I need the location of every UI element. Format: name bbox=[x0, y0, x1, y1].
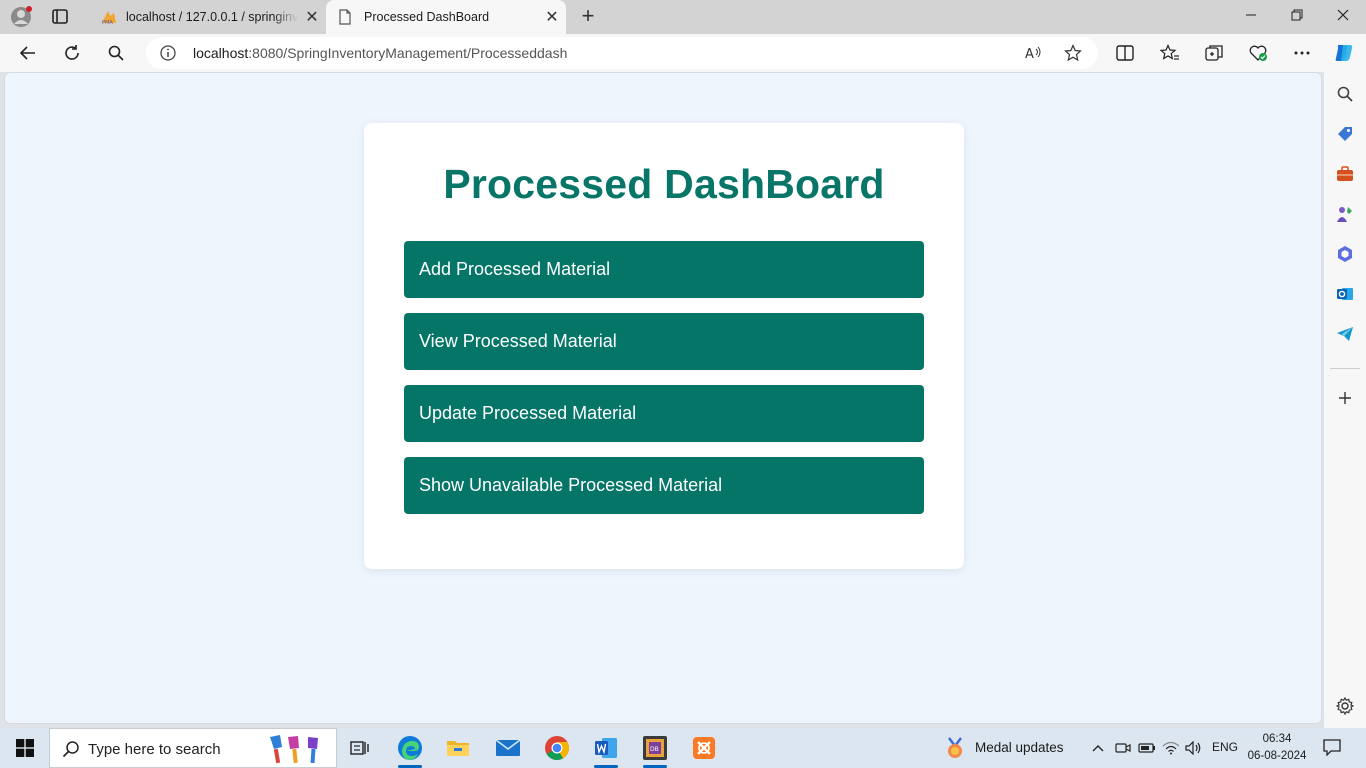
tools-briefcase-icon[interactable] bbox=[1335, 164, 1355, 184]
copilot-icon[interactable] bbox=[1330, 40, 1358, 66]
browser-essentials-icon[interactable] bbox=[1244, 40, 1272, 66]
page-viewport: Processed DashBoard Add Processed Materi… bbox=[4, 72, 1322, 724]
task-view-icon[interactable] bbox=[340, 732, 380, 764]
new-tab-button[interactable]: + bbox=[575, 4, 601, 30]
svg-text:DB: DB bbox=[650, 746, 659, 753]
shopping-tag-icon[interactable] bbox=[1335, 124, 1355, 144]
split-screen-icon[interactable] bbox=[1111, 40, 1139, 66]
refresh-icon[interactable] bbox=[58, 40, 86, 66]
sidebar-settings-gear-icon[interactable] bbox=[1335, 696, 1355, 716]
sidebar-search-icon[interactable] bbox=[1335, 84, 1355, 104]
search-placeholder: Type here to search bbox=[88, 741, 221, 758]
back-arrow-icon[interactable] bbox=[14, 40, 42, 66]
url-path: :8080/SpringInventoryManagement/Processe… bbox=[248, 45, 568, 61]
medal-updates-icon[interactable] bbox=[944, 736, 966, 760]
file-explorer-icon[interactable] bbox=[438, 732, 478, 764]
profile-avatar-icon[interactable] bbox=[10, 6, 32, 28]
tab-strip: PMA localhost / 127.0.0.1 / springinvent… bbox=[0, 0, 1366, 34]
edge-taskbar-icon[interactable] bbox=[390, 732, 430, 768]
minimize-button[interactable] bbox=[1228, 0, 1274, 34]
read-aloud-icon[interactable]: A bbox=[1022, 43, 1044, 63]
sidebar-divider bbox=[1330, 368, 1360, 369]
show-unavailable-processed-material-button[interactable]: Show Unavailable Processed Material bbox=[404, 457, 924, 514]
collections-icon[interactable] bbox=[1200, 40, 1228, 66]
favorites-icon[interactable] bbox=[1156, 40, 1184, 66]
tab-phpmyadmin[interactable]: PMA localhost / 127.0.0.1 / springinvent… bbox=[88, 0, 326, 34]
svg-text:PMA: PMA bbox=[102, 20, 113, 25]
update-processed-material-button[interactable]: Update Processed Material bbox=[404, 385, 924, 442]
taskbar-search-box[interactable]: Type here to search bbox=[49, 728, 337, 768]
battery-icon[interactable] bbox=[1138, 740, 1156, 756]
input-language-indicator[interactable]: ENG bbox=[1212, 740, 1238, 754]
paint-brushes-icon bbox=[264, 733, 330, 765]
more-options-icon[interactable] bbox=[1288, 40, 1316, 66]
address-bar[interactable]: localhost:8080/SpringInventoryManagement… bbox=[146, 37, 1098, 69]
notifications-icon[interactable] bbox=[1323, 739, 1341, 756]
taskbar-clock[interactable]: 06:34 06-08-2024 bbox=[1244, 731, 1310, 765]
word-icon[interactable] bbox=[586, 732, 626, 768]
clock-date: 06-08-2024 bbox=[1247, 750, 1307, 762]
xampp-icon[interactable] bbox=[684, 732, 724, 764]
browser-toolbar: localhost:8080/SpringInventoryManagement… bbox=[0, 34, 1366, 72]
outlook-icon[interactable] bbox=[1335, 284, 1355, 304]
phpmyadmin-favicon-icon: PMA bbox=[100, 9, 116, 26]
tab-title: Processed DashBoard bbox=[364, 10, 490, 24]
games-icon[interactable] bbox=[1335, 204, 1355, 224]
tab-close-icon[interactable]: ✕ bbox=[538, 7, 566, 27]
edge-sidebar bbox=[1324, 72, 1366, 728]
tab-title: localhost / 127.0.0.1 / springinventory bbox=[126, 10, 298, 24]
dashboard-card: Processed DashBoard Add Processed Materi… bbox=[364, 123, 964, 569]
url-host: localhost bbox=[193, 45, 249, 61]
favorite-star-icon[interactable] bbox=[1062, 43, 1084, 63]
restore-button[interactable] bbox=[1274, 0, 1320, 34]
search-icon bbox=[62, 740, 80, 758]
office-icon[interactable] bbox=[1335, 244, 1355, 264]
chrome-icon[interactable] bbox=[537, 732, 577, 764]
telegram-send-icon[interactable] bbox=[1335, 324, 1355, 344]
mysql-workbench-icon[interactable]: DB bbox=[635, 732, 675, 768]
clock-time: 06:34 bbox=[1262, 733, 1292, 745]
tab-processed-dashboard[interactable]: Processed DashBoard ✕ bbox=[326, 0, 566, 34]
mail-icon[interactable] bbox=[488, 732, 528, 764]
search-icon[interactable] bbox=[102, 40, 130, 66]
tab-actions-icon[interactable] bbox=[50, 8, 70, 26]
add-sidebar-app-icon[interactable] bbox=[1335, 388, 1355, 408]
show-hidden-icons-chevron-up-icon[interactable] bbox=[1089, 740, 1107, 756]
view-processed-material-button[interactable]: View Processed Material bbox=[404, 313, 924, 370]
add-processed-material-button[interactable]: Add Processed Material bbox=[404, 241, 924, 298]
medal-updates-label[interactable]: Medal updates bbox=[975, 740, 1064, 755]
windows-taskbar: Type here to search DB Medal updates ENG… bbox=[0, 728, 1366, 768]
meet-now-camera-icon[interactable] bbox=[1114, 740, 1132, 756]
site-info-icon[interactable] bbox=[160, 45, 176, 61]
page-title: Processed DashBoard bbox=[443, 161, 885, 207]
close-window-button[interactable] bbox=[1320, 0, 1366, 34]
wifi-icon[interactable] bbox=[1162, 740, 1180, 756]
url-text[interactable]: localhost:8080/SpringInventoryManagement… bbox=[193, 45, 567, 61]
tab-close-icon[interactable]: ✕ bbox=[298, 7, 326, 27]
volume-speaker-icon[interactable] bbox=[1185, 740, 1203, 756]
svg-text:A: A bbox=[1025, 47, 1034, 61]
page-favicon-icon bbox=[338, 9, 354, 25]
windows-start-icon[interactable] bbox=[6, 728, 44, 768]
